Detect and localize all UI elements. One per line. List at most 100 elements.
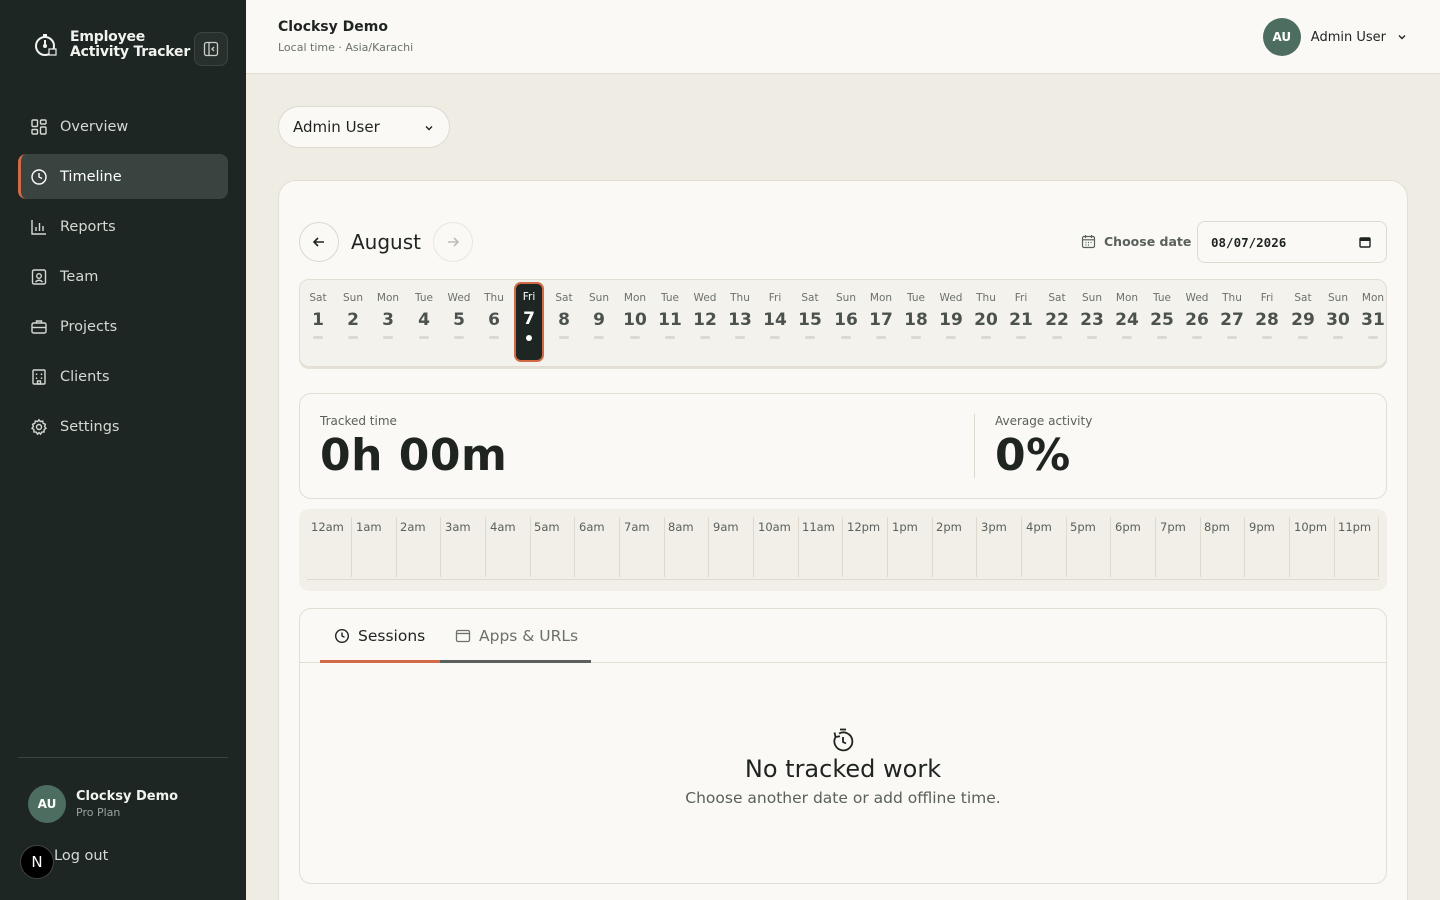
hour-timeline: 12am 1am 2am 3am 4am 5am 6am 7am 8am 9am 10am 11am 1… (299, 509, 1387, 591)
account-card[interactable]: AU Clocksy Demo Pro Plan (28, 785, 178, 823)
next-month-button[interactable] (433, 222, 473, 262)
day-of-week: Sat (555, 292, 573, 304)
day-cell-4[interactable]: Tue 4 (409, 283, 439, 361)
day-cell-1[interactable]: Sat 1 (303, 283, 333, 361)
activity-indicator (1016, 336, 1026, 339)
day-of-week: Wed (693, 292, 717, 304)
day-number: 7 (523, 309, 535, 329)
day-cell-12[interactable]: Wed 12 (690, 283, 720, 361)
day-of-week: Tue (907, 292, 925, 304)
activity-indicator (1333, 336, 1343, 339)
timeline-baseline (307, 579, 1379, 580)
user-menu[interactable]: AU Admin User (1262, 18, 1408, 56)
hour-column: 1am (352, 517, 397, 577)
day-cell-10[interactable]: Mon 10 (620, 283, 650, 361)
activity-indicator (665, 336, 675, 339)
timeline-card: August Choose date 08/07/2026 Sat 1 Sun 2 Mo… (278, 180, 1408, 900)
hour-column: 5am (530, 517, 575, 577)
activity-indicator (841, 336, 851, 339)
day-cell-29[interactable]: Sat 29 (1288, 283, 1318, 361)
day-cell-14[interactable]: Fri 14 (760, 283, 790, 361)
user-select[interactable]: Admin User (278, 106, 450, 148)
day-cell-9[interactable]: Sun 9 (584, 283, 614, 361)
chevron-down-icon (1398, 35, 1406, 40)
hour-column: 10am (754, 517, 799, 577)
sidebar-item-overview[interactable]: Overview (18, 104, 228, 149)
user-name: Admin User (1310, 29, 1386, 45)
tracked-time-value: 0h 00m (320, 430, 508, 481)
day-cell-26[interactable]: Wed 26 (1182, 283, 1212, 361)
date-input[interactable]: 08/07/2026 (1197, 221, 1387, 263)
sidebar-item-reports[interactable]: Reports (18, 204, 228, 249)
clock-icon (334, 628, 350, 644)
day-of-week: Sun (589, 292, 609, 304)
activity-indicator (383, 336, 393, 339)
brand[interactable]: Employee Activity Tracker (32, 30, 190, 60)
day-number: 4 (418, 310, 430, 330)
sidebar-item-clients[interactable]: Clients (18, 354, 228, 399)
day-of-week: Tue (661, 292, 679, 304)
day-number: 3 (382, 310, 394, 330)
day-of-week: Mon (1115, 292, 1139, 304)
day-cell-2[interactable]: Sun 2 (338, 283, 368, 361)
activity-indicator (1052, 336, 1062, 339)
activity-indicator (1122, 336, 1132, 339)
brand-line-2: Activity Tracker (70, 44, 191, 60)
day-cell-11[interactable]: Tue 11 (655, 283, 685, 361)
day-number: 9 (593, 310, 605, 330)
sidebar-item-projects[interactable]: Projects (18, 304, 228, 349)
logout-button[interactable]: Log out (54, 848, 108, 864)
day-number: 8 (558, 310, 570, 330)
day-cell-25[interactable]: Tue 25 (1147, 283, 1177, 361)
hour-column: 4pm (1022, 517, 1067, 577)
day-of-week: Fri (768, 292, 782, 304)
sidebar-item-team[interactable]: Team (18, 254, 228, 299)
day-number: 25 (1150, 310, 1174, 330)
day-of-week: Tue (1153, 292, 1171, 304)
day-cell-20[interactable]: Thu 20 (971, 283, 1001, 361)
day-cell-22[interactable]: Sat 22 (1042, 283, 1072, 361)
day-number: 17 (869, 310, 893, 330)
day-cell-16[interactable]: Sun 16 (831, 283, 861, 361)
day-cell-3[interactable]: Mon 3 (373, 283, 403, 361)
hour-column: 3pm (977, 517, 1022, 577)
tab-apps-urls[interactable]: Apps & URLs (455, 609, 578, 663)
window-icon (455, 629, 471, 643)
day-cell-18[interactable]: Tue 18 (901, 283, 931, 361)
sidebar-item-label: Overview (60, 118, 129, 135)
hour-column: 6pm (1111, 517, 1156, 577)
day-number: 6 (488, 310, 500, 330)
previous-month-button[interactable] (299, 222, 339, 262)
sidebar-item-settings[interactable]: Settings (18, 404, 228, 449)
day-cell-6[interactable]: Thu 6 (479, 283, 509, 361)
choose-date-text: Choose date (1104, 234, 1192, 249)
date-input-value: 08/07/2026 (1211, 234, 1287, 250)
sidebar-item-label: Clients (60, 368, 110, 385)
day-cell-28[interactable]: Fri 28 (1252, 283, 1282, 361)
day-cell-31[interactable]: Mon 31 (1358, 283, 1388, 361)
day-number: 18 (904, 310, 928, 330)
tab-bar: Sessions Apps & URLs (300, 609, 1386, 663)
day-cell-5[interactable]: Wed 5 (444, 283, 474, 361)
tab-sessions[interactable]: Sessions (334, 609, 425, 663)
day-cell-19[interactable]: Wed 19 (936, 283, 966, 361)
dev-tools-badge[interactable]: N (20, 845, 54, 879)
empty-state-subtitle: Choose another date or add offline time. (685, 789, 1001, 807)
day-cell-23[interactable]: Sun 23 (1077, 283, 1107, 361)
day-of-week: Tue (415, 292, 433, 304)
day-cell-21[interactable]: Fri 21 (1006, 283, 1036, 361)
day-cell-7[interactable]: Fri 7 (514, 282, 544, 362)
day-cell-24[interactable]: Mon 24 (1112, 283, 1142, 361)
calendar-icon[interactable] (1358, 235, 1372, 249)
collapse-sidebar-button[interactable] (194, 32, 228, 66)
day-cell-13[interactable]: Thu 13 (725, 283, 755, 361)
id-badge-icon (31, 268, 47, 285)
day-cell-17[interactable]: Mon 17 (866, 283, 896, 361)
day-cell-8[interactable]: Sat 8 (549, 283, 579, 361)
sidebar-item-timeline[interactable]: Timeline (18, 154, 228, 199)
day-cell-30[interactable]: Sun 30 (1323, 283, 1353, 361)
hour-column: 11am (798, 517, 843, 577)
day-cell-27[interactable]: Thu 27 (1217, 283, 1247, 361)
activity-indicator (313, 336, 323, 339)
day-cell-15[interactable]: Sat 15 (795, 283, 825, 361)
